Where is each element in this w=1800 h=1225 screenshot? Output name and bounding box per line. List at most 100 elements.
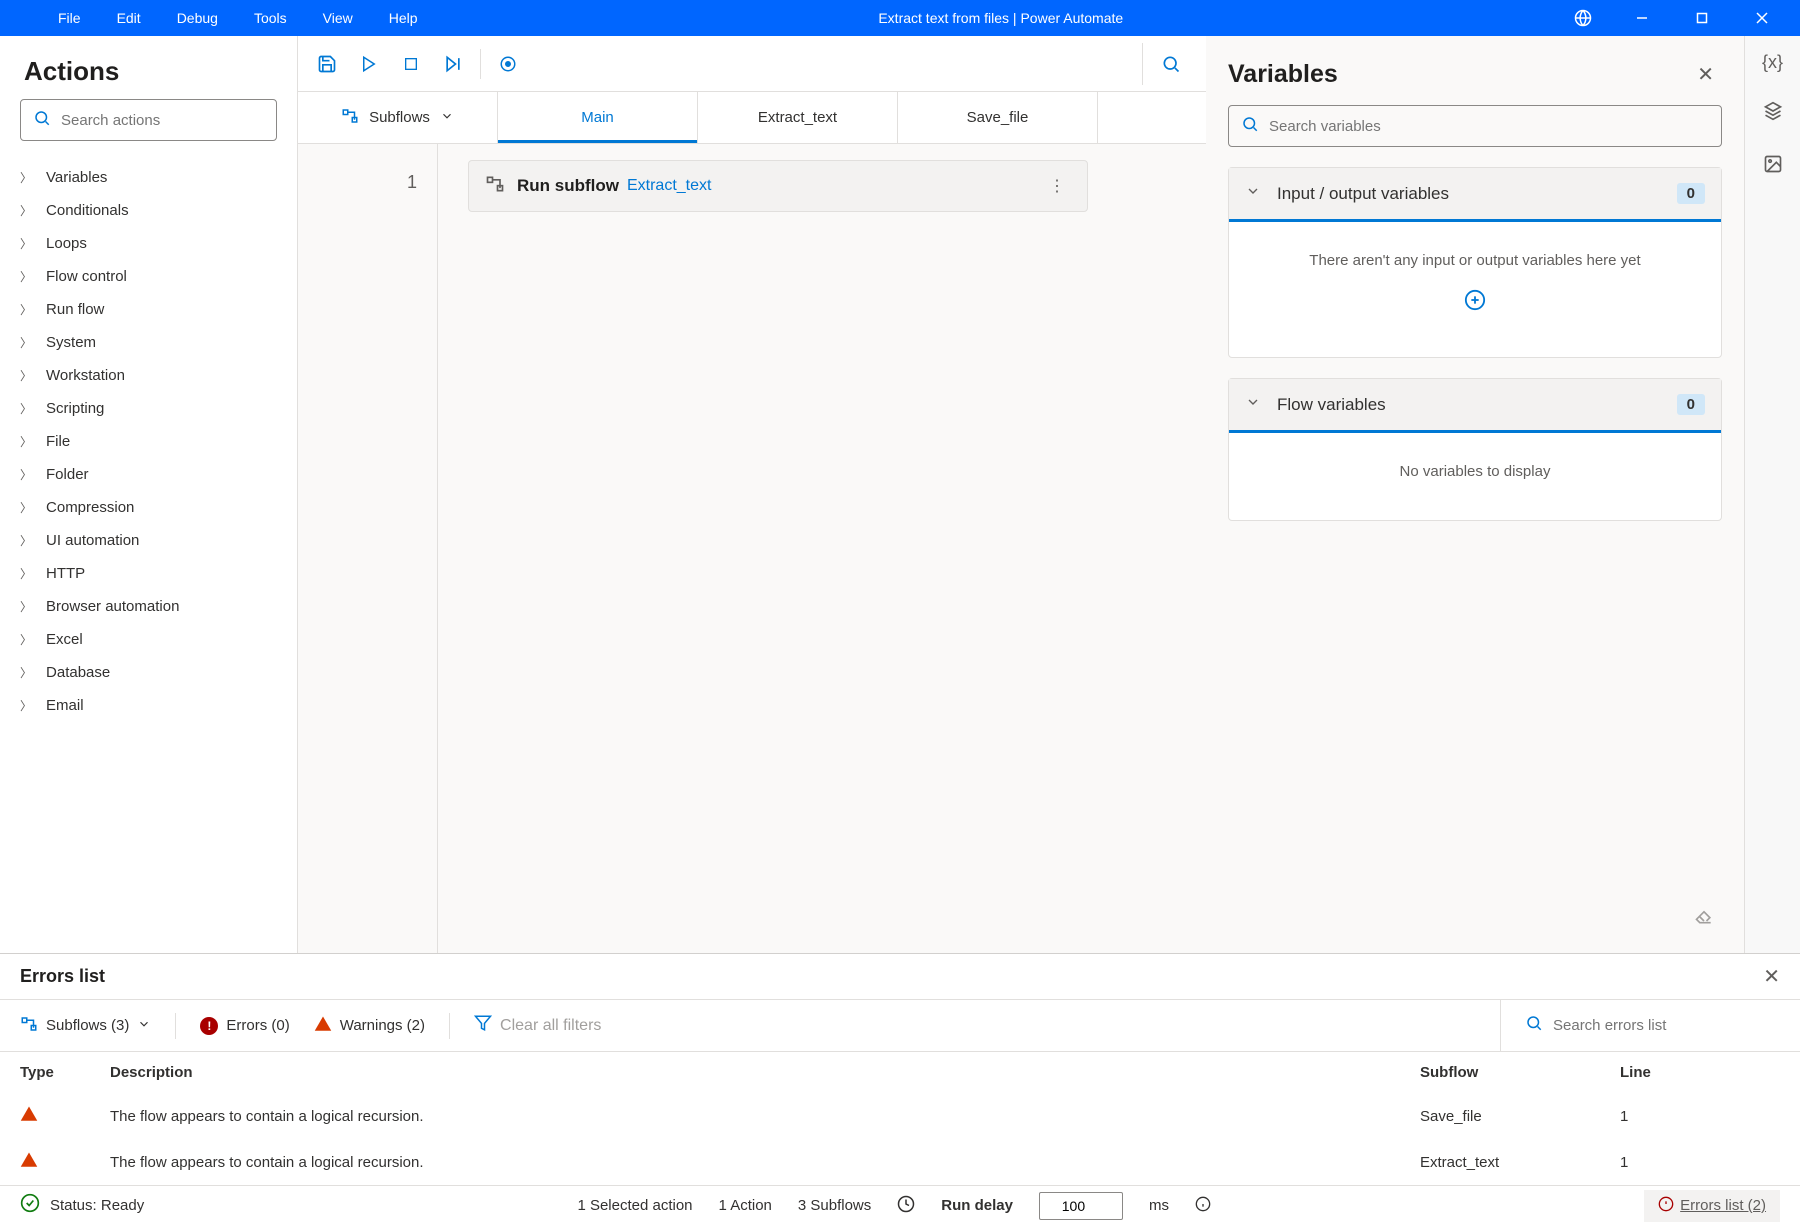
minimize-button[interactable] <box>1612 0 1672 36</box>
errors-list-link[interactable]: Errors list (2) <box>1644 1190 1780 1222</box>
run-delay-input[interactable] <box>1039 1192 1123 1220</box>
variables-search[interactable] <box>1228 105 1722 147</box>
error-icon <box>1658 1196 1674 1216</box>
designer-toolbar <box>298 36 1206 92</box>
action-title: Run subflow <box>517 176 619 196</box>
subflow-icon <box>485 174 505 199</box>
category-label: Variables <box>46 169 107 186</box>
add-io-variable-button[interactable] <box>1249 289 1701 317</box>
action-category[interactable]: 〉Scripting <box>8 392 289 425</box>
maximize-button[interactable] <box>1672 0 1732 36</box>
action-category[interactable]: 〉Loops <box>8 227 289 260</box>
category-label: Conditionals <box>46 202 129 219</box>
subflows-filter[interactable]: Subflows (3) <box>20 1015 151 1037</box>
search-icon <box>33 109 51 132</box>
chevron-right-icon: 〉 <box>20 433 32 450</box>
category-label: UI automation <box>46 532 139 549</box>
tab-main[interactable]: Main <box>498 92 698 143</box>
clear-variables-button[interactable] <box>1228 906 1722 937</box>
flow-canvas: 1 Run subflow Extract_text ⋮ <box>298 144 1206 953</box>
error-row[interactable]: The flow appears to contain a logical re… <box>0 1093 1800 1139</box>
clear-filters-button[interactable]: Clear all filters <box>474 1014 601 1037</box>
menu-tools[interactable]: Tools <box>236 2 305 34</box>
record-button[interactable] <box>487 43 529 85</box>
errors-search-input[interactable] <box>1553 1017 1780 1034</box>
action-category[interactable]: 〉System <box>8 326 289 359</box>
error-description: The flow appears to contain a logical re… <box>110 1154 1420 1171</box>
action-category[interactable]: 〉Database <box>8 656 289 689</box>
step-button[interactable] <box>432 43 474 85</box>
chevron-right-icon: 〉 <box>20 466 32 483</box>
chevron-right-icon: 〉 <box>20 565 32 582</box>
chevron-down-icon <box>1245 183 1261 204</box>
category-label: File <box>46 433 70 450</box>
chevron-right-icon: 〉 <box>20 367 32 384</box>
ui-elements-rail-button[interactable] <box>1763 101 1783 126</box>
action-category[interactable]: 〉Run flow <box>8 293 289 326</box>
chevron-right-icon: 〉 <box>20 532 32 549</box>
action-category[interactable]: 〉Workstation <box>8 359 289 392</box>
flow-variables-header[interactable]: Flow variables 0 <box>1229 379 1721 433</box>
error-subflow: Extract_text <box>1420 1154 1620 1171</box>
category-label: Email <box>46 697 84 714</box>
clock-icon <box>897 1195 915 1217</box>
action-category[interactable]: 〉Conditionals <box>8 194 289 227</box>
account-info[interactable] <box>1566 9 1600 27</box>
menu-edit[interactable]: Edit <box>99 2 159 34</box>
action-category[interactable]: 〉HTTP <box>8 557 289 590</box>
action-card-run-subflow[interactable]: Run subflow Extract_text ⋮ <box>468 160 1088 212</box>
errors-filter[interactable]: ! Errors (0) <box>200 1017 289 1035</box>
line-gutter: 1 <box>298 144 438 953</box>
stop-button[interactable] <box>390 43 432 85</box>
action-category[interactable]: 〉Excel <box>8 623 289 656</box>
search-flow-button[interactable] <box>1142 43 1198 85</box>
errors-close-button[interactable]: ✕ <box>1763 964 1780 989</box>
menu-file[interactable]: File <box>40 2 99 34</box>
info-icon[interactable] <box>1195 1196 1211 1216</box>
variables-search-input[interactable] <box>1269 118 1709 135</box>
error-subflow: Save_file <box>1420 1108 1620 1125</box>
clear-filters-label: Clear all filters <box>500 1017 601 1035</box>
flow-variables-title: Flow variables <box>1277 395 1677 415</box>
menu-view[interactable]: View <box>305 2 371 34</box>
tab-save-file[interactable]: Save_file <box>898 92 1098 143</box>
close-button[interactable] <box>1732 0 1792 36</box>
chevron-right-icon: 〉 <box>20 631 32 648</box>
action-subflow-link[interactable]: Extract_text <box>627 177 711 195</box>
status-ok-icon <box>20 1193 40 1218</box>
io-variables-section: Input / output variables 0 There aren't … <box>1228 167 1722 358</box>
menu-debug[interactable]: Debug <box>159 2 236 34</box>
chevron-right-icon: 〉 <box>20 301 32 318</box>
subflows-dropdown[interactable]: Subflows <box>298 92 498 143</box>
action-category[interactable]: 〉Compression <box>8 491 289 524</box>
action-category[interactable]: 〉Browser automation <box>8 590 289 623</box>
menubar: File Edit Debug Tools View Help <box>0 2 436 34</box>
menu-help[interactable]: Help <box>371 2 436 34</box>
io-variables-header[interactable]: Input / output variables 0 <box>1229 168 1721 222</box>
col-subflow: Subflow <box>1420 1064 1620 1081</box>
action-category[interactable]: 〉Email <box>8 689 289 722</box>
variables-rail-button[interactable]: {x} <box>1762 52 1783 73</box>
errors-search[interactable] <box>1500 1000 1780 1051</box>
actions-search[interactable] <box>20 99 277 141</box>
chevron-right-icon: 〉 <box>20 334 32 351</box>
save-button[interactable] <box>306 43 348 85</box>
actions-search-input[interactable] <box>61 112 264 129</box>
run-button[interactable] <box>348 43 390 85</box>
action-category[interactable]: 〉Folder <box>8 458 289 491</box>
variables-close-button[interactable]: ✕ <box>1689 58 1722 91</box>
warnings-filter[interactable]: Warnings (2) <box>314 1015 425 1037</box>
actions-panel-title: Actions <box>0 36 297 99</box>
action-category[interactable]: 〉Flow control <box>8 260 289 293</box>
error-row[interactable]: The flow appears to contain a logical re… <box>0 1139 1800 1185</box>
action-category[interactable]: 〉Variables <box>8 161 289 194</box>
error-line: 1 <box>1620 1108 1780 1125</box>
category-label: Database <box>46 664 110 681</box>
images-rail-button[interactable] <box>1763 154 1783 179</box>
tab-extract-text[interactable]: Extract_text <box>698 92 898 143</box>
col-type: Type <box>20 1064 110 1081</box>
action-menu-button[interactable]: ⋮ <box>1043 176 1071 196</box>
action-category[interactable]: 〉 UI automation <box>8 524 289 557</box>
action-category[interactable]: 〉 File <box>8 425 289 458</box>
errors-filter-label: Errors (0) <box>226 1017 289 1034</box>
